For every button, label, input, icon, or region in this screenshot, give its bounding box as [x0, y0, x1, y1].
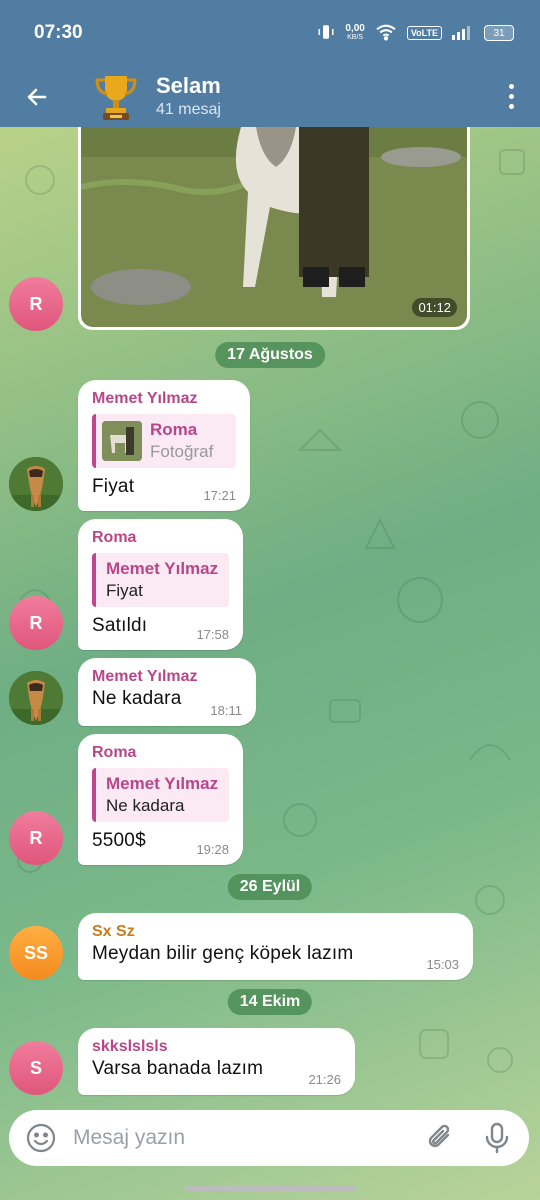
sender-name[interactable]: skkslslsls: [92, 1038, 341, 1056]
sender-name[interactable]: Roma: [92, 744, 229, 762]
volte-badge: VoLTE: [406, 26, 442, 40]
reply-text: Fotoğraf: [150, 442, 214, 461]
app-bar: 07:30 0,00 KB/S VoLTE 31 Selam 41 mesaj: [0, 0, 540, 127]
reply-quote[interactable]: Memet Yılmaz Ne kadara: [92, 768, 229, 822]
microphone-icon[interactable]: [479, 1120, 515, 1156]
message-bubble[interactable]: Memet Yılmaz Roma Fotoğraf Fiyat 17:21: [78, 380, 250, 511]
avatar[interactable]: S: [9, 1041, 63, 1095]
more-options-icon[interactable]: [500, 84, 522, 109]
date-separator: 26 Eylül: [227, 874, 313, 900]
gesture-handle: [184, 1186, 356, 1191]
reply-author: Memet Yılmaz: [106, 559, 219, 578]
message-bubble[interactable]: Sx Sz Meydan bilir genç köpek lazım 15:0…: [78, 913, 473, 980]
signal-icon: [452, 24, 474, 43]
date-separator: 17 Ağustos: [215, 342, 325, 368]
chat-title[interactable]: Selam: [156, 73, 500, 99]
sender-name[interactable]: Memet Yılmaz: [92, 668, 242, 686]
avatar[interactable]: [9, 671, 63, 725]
sender-name[interactable]: Memet Yılmaz: [92, 390, 236, 408]
trophy-icon[interactable]: [90, 71, 142, 123]
sender-name[interactable]: Sx Sz: [92, 923, 459, 941]
attach-icon[interactable]: [423, 1120, 459, 1156]
message-time: 19:28: [196, 842, 229, 857]
video-duration: 01:12: [412, 298, 457, 317]
clock: 07:30: [34, 22, 83, 43]
avatar[interactable]: R: [9, 596, 63, 650]
reply-author: Memet Yılmaz: [106, 774, 219, 793]
avatar[interactable]: SS: [9, 926, 63, 980]
reply-text: Ne kadara: [106, 796, 185, 815]
status-bar: 07:30 0,00 KB/S VoLTE 31: [0, 0, 540, 66]
message-bubble[interactable]: skkslslsls Varsa banada lazım 21:26: [78, 1028, 355, 1095]
avatar[interactable]: R: [9, 277, 63, 331]
reply-quote[interactable]: Roma Fotoğraf: [92, 414, 236, 468]
message-text: Meydan bilir genç köpek lazım: [92, 943, 354, 964]
vibrate-icon: [317, 23, 335, 44]
chat-header: Selam 41 mesaj: [0, 66, 540, 127]
video-message[interactable]: 01:12: [78, 127, 470, 330]
wifi-icon: [375, 23, 397, 44]
date-separator: 14 Ekim: [227, 989, 313, 1015]
message-input[interactable]: Mesaj yazın: [73, 1126, 423, 1150]
message-time: 17:58: [196, 627, 229, 642]
back-arrow-icon[interactable]: [18, 78, 56, 116]
message-bubble[interactable]: Roma Memet Yılmaz Fiyat Satıldı 17:58: [78, 519, 243, 650]
message-bubble[interactable]: Roma Memet Yılmaz Ne kadara 5500$ 19:28: [78, 734, 243, 865]
message-input-bar: Mesaj yazın: [9, 1110, 529, 1166]
video-thumbnail[interactable]: 01:12: [81, 127, 467, 327]
message-bubble[interactable]: Memet Yılmaz Ne kadara 18:11: [78, 658, 256, 726]
sender-name[interactable]: Roma: [92, 529, 229, 547]
message-time: 17:21: [203, 488, 236, 503]
message-time: 21:26: [308, 1072, 341, 1087]
reply-quote[interactable]: Memet Yılmaz Fiyat: [92, 553, 229, 607]
avatar[interactable]: [9, 457, 63, 511]
message-time: 15:03: [426, 957, 459, 972]
battery-icon: 31: [484, 25, 514, 41]
chat-subtitle: 41 mesaj: [156, 100, 221, 118]
reply-photo-thumbnail: [102, 421, 142, 461]
network-speed: 0,00 KB/S: [345, 23, 365, 42]
avatar[interactable]: R: [9, 811, 63, 865]
reply-text: Fiyat: [106, 581, 143, 600]
reply-author: Roma: [150, 420, 198, 439]
message-text: Varsa banada lazım: [92, 1058, 264, 1079]
emoji-icon[interactable]: [23, 1120, 59, 1156]
message-time: 18:11: [210, 703, 242, 718]
